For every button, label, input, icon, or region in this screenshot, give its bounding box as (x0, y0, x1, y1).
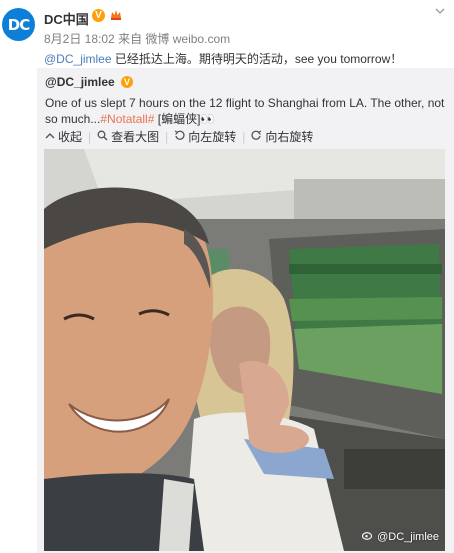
collapse-icon (45, 131, 55, 143)
watermark-text: @DC_jimlee (377, 530, 439, 543)
emoticon-tag: [蝙蝠侠] (154, 112, 201, 126)
mention-link[interactable]: @DC_jimlee (44, 52, 112, 66)
repost-text: One of us slept 7 hours on the 12 flight… (45, 95, 449, 127)
repost-text-line2: so much... (45, 112, 101, 126)
divider: | (242, 129, 246, 144)
photo-illustration (44, 149, 445, 551)
divider: | (88, 129, 92, 144)
rotate-right-button[interactable]: 向右旋转 (251, 128, 313, 145)
hashtag-link[interactable]: #Notatall# (100, 112, 154, 126)
rotate-left-button[interactable]: 向左旋转 (174, 128, 236, 145)
divider: | (165, 129, 169, 144)
collapse-button[interactable]: 收起 (45, 128, 82, 145)
image-toolbar: 收起 | 查看大图 | 向左旋转 | 向右旋转 (45, 128, 313, 145)
repost-text-line1: One of us slept 7 hours on the 12 flight… (45, 96, 445, 110)
repost-container: @DC_jimlee V One of us slept 7 hours on … (37, 68, 454, 553)
verified-icon: V (121, 76, 133, 88)
weibo-logo-icon (362, 530, 374, 543)
chevron-down-icon[interactable] (433, 4, 447, 18)
vip-crown-icon (110, 8, 122, 21)
rotate-left-icon (174, 129, 185, 144)
rotate-right-label: 向右旋转 (265, 130, 314, 144)
view-large-label: 查看大图 (111, 130, 160, 144)
post-body: 已经抵达上海。期待明天的活动，see you tomorrow！ (111, 52, 403, 66)
search-icon (97, 130, 108, 144)
post-date[interactable]: 8月2日 18:02 (44, 32, 115, 46)
collapse-label: 收起 (58, 130, 83, 144)
view-large-button[interactable]: 查看大图 (97, 128, 159, 145)
repost-username[interactable]: @DC_jimlee (45, 75, 115, 89)
eyes-emoji: 👀 (200, 112, 216, 126)
post-photo[interactable]: @DC_jimlee (44, 149, 445, 551)
post-meta: 8月2日 18:02 来自 微博 weibo.com (44, 30, 230, 47)
photo-watermark: @DC_jimlee (362, 530, 439, 543)
avatar[interactable]: DC (2, 8, 35, 41)
post-text: @DC_jimlee 已经抵达上海。期待明天的活动，see you tomorr… (44, 50, 402, 67)
verified-icon: V (92, 9, 105, 22)
rotate-right-icon (251, 129, 262, 144)
rotate-left-label: 向左旋转 (188, 130, 237, 144)
source-prefix: 来自 (118, 32, 143, 46)
username[interactable]: DC中国 (44, 9, 89, 28)
post-source[interactable]: 微博 weibo.com (145, 32, 230, 46)
